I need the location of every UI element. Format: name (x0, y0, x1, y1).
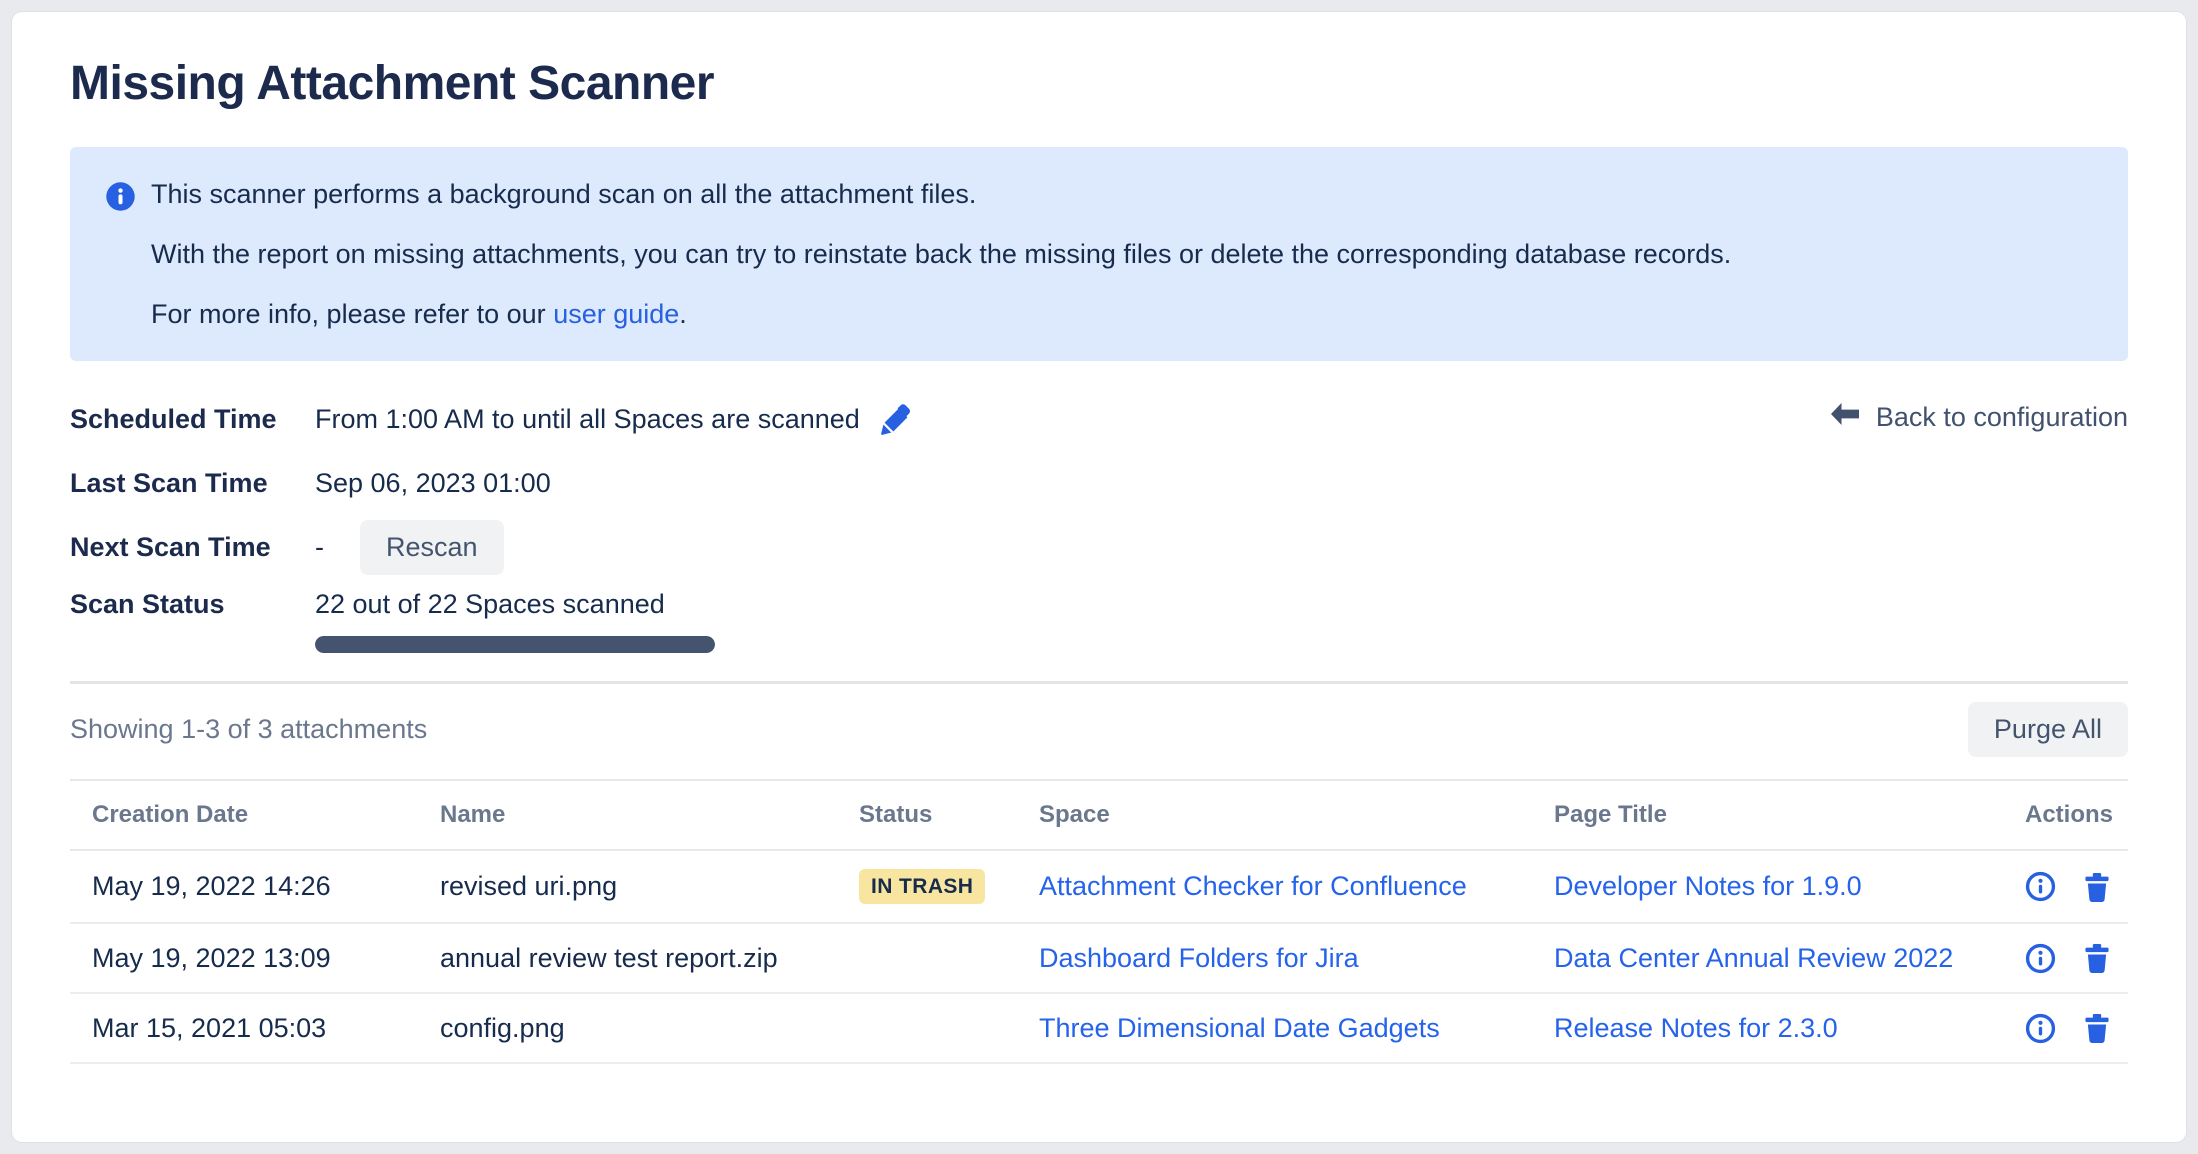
next-scan-time-row: Next Scan Time - Rescan (70, 515, 2128, 579)
page-title-link[interactable]: Data Center Annual Review 2022 (1554, 943, 1953, 973)
last-scan-time-label: Last Scan Time (70, 468, 315, 499)
page-title: Missing Attachment Scanner (70, 56, 2128, 111)
scheduled-time-label: Scheduled Time (70, 404, 315, 435)
cell-creation-date: Mar 15, 2021 05:03 (70, 993, 440, 1063)
cell-creation-date: May 19, 2022 13:09 (70, 923, 440, 993)
header-name: Name (440, 780, 859, 850)
cell-creation-date: May 19, 2022 14:26 (70, 850, 440, 923)
info-banner: This scanner performs a background scan … (70, 147, 2128, 361)
purge-all-button[interactable]: Purge All (1968, 702, 2128, 757)
table-header-row: Creation Date Name Status Space Page Tit… (70, 780, 2128, 850)
trash-icon[interactable] (2082, 942, 2112, 974)
space-link[interactable]: Dashboard Folders for Jira (1039, 943, 1359, 973)
scan-details-section: Back to configuration Scheduled Time Fro… (70, 387, 2128, 653)
info-banner-text: This scanner performs a background scan … (151, 177, 1731, 331)
table-row: May 19, 2022 13:09 annual review test re… (70, 923, 2128, 993)
space-link[interactable]: Attachment Checker for Confluence (1039, 871, 1467, 901)
space-link[interactable]: Three Dimensional Date Gadgets (1039, 1013, 1440, 1043)
header-page-title: Page Title (1554, 780, 2025, 850)
last-scan-time-row: Last Scan Time Sep 06, 2023 01:00 (70, 451, 2128, 515)
info-circle-outline-icon[interactable] (2025, 943, 2056, 974)
trash-icon[interactable] (2082, 1012, 2112, 1044)
info-circle-outline-icon[interactable] (2025, 1013, 2056, 1044)
attachments-count-text: Showing 1-3 of 3 attachments (70, 714, 427, 745)
info-line-3-prefix: For more info, please refer to our (151, 299, 553, 329)
last-scan-time-value: Sep 06, 2023 01:00 (315, 468, 551, 499)
info-line-3: For more info, please refer to our user … (151, 297, 1731, 331)
main-card: Missing Attachment Scanner This scanner … (12, 12, 2186, 1142)
section-divider (70, 681, 2128, 684)
pencil-edit-icon[interactable] (880, 402, 914, 436)
scan-progress-bar (315, 636, 715, 653)
cell-name: annual review test report.zip (440, 923, 859, 993)
next-scan-time-value: - (315, 532, 324, 563)
back-to-configuration-link[interactable]: Back to configuration (1828, 401, 2128, 434)
info-line-1: This scanner performs a background scan … (151, 177, 1731, 211)
header-status: Status (859, 780, 1039, 850)
rescan-button[interactable]: Rescan (360, 520, 504, 575)
info-circle-filled-icon (105, 181, 136, 212)
left-arrow-icon (1828, 401, 1862, 434)
back-to-configuration-label: Back to configuration (1876, 402, 2128, 433)
attachments-table: Creation Date Name Status Space Page Tit… (70, 779, 2128, 1064)
next-scan-time-label: Next Scan Time (70, 532, 315, 563)
scheduled-time-value: From 1:00 AM to until all Spaces are sca… (315, 404, 860, 435)
header-space: Space (1039, 780, 1554, 850)
scan-status-value: 22 out of 22 Spaces scanned (315, 589, 715, 620)
table-row: May 19, 2022 14:26 revised uri.png IN TR… (70, 850, 2128, 923)
scan-status-row: Scan Status 22 out of 22 Spaces scanned (70, 579, 2128, 653)
trash-icon[interactable] (2082, 871, 2112, 903)
header-actions: Actions (2025, 780, 2128, 850)
page-title-link[interactable]: Release Notes for 2.3.0 (1554, 1013, 1838, 1043)
scheduled-time-row: Scheduled Time From 1:00 AM to until all… (70, 387, 2128, 451)
cell-name: revised uri.png (440, 850, 859, 923)
info-line-2: With the report on missing attachments, … (151, 237, 1731, 271)
cell-name: config.png (440, 993, 859, 1063)
scan-progress-fill (315, 636, 715, 653)
user-guide-link[interactable]: user guide (553, 299, 679, 329)
status-badge: IN TRASH (859, 869, 985, 904)
table-row: Mar 15, 2021 05:03 config.png Three Dime… (70, 993, 2128, 1063)
info-line-3-suffix: . (679, 299, 687, 329)
scan-status-label: Scan Status (70, 589, 315, 620)
attachments-summary-row: Showing 1-3 of 3 attachments Purge All (70, 702, 2128, 757)
info-circle-outline-icon[interactable] (2025, 871, 2056, 902)
page-title-link[interactable]: Developer Notes for 1.9.0 (1554, 871, 1862, 901)
header-creation-date: Creation Date (70, 780, 440, 850)
